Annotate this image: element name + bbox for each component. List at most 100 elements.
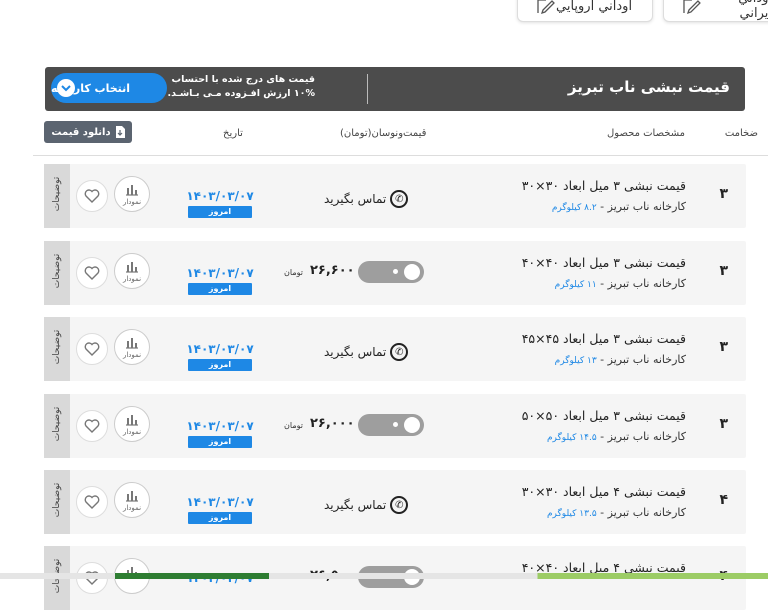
chart-button[interactable]: نمودار (114, 176, 150, 212)
chart-label: نمودار (122, 198, 142, 206)
bottom-strip (0, 573, 768, 579)
description-tab[interactable]: توضیحات (44, 394, 70, 458)
vat-note-line1: قیمت های درج شده با احتساب (171, 74, 315, 85)
factory-name: کارخانه ناب تبریز - (596, 200, 686, 213)
heart-icon (84, 266, 100, 280)
product-name[interactable]: قیمت نبشی ۳ میل ابعاد ۴۰×۴۰ (522, 255, 686, 270)
chart-button[interactable]: نمودار (114, 329, 150, 365)
divider (33, 155, 768, 156)
thickness-value: ۳ (719, 263, 728, 279)
col-thickness: ضخامت (724, 128, 758, 139)
col-product: مشخصات محصول (607, 128, 685, 139)
heart-icon (84, 342, 100, 356)
vat-note-line2: ۱۰% ارزش افـزوده مـی بـاشـد. (167, 88, 316, 99)
tab-european[interactable]: آوداني اروپايي (517, 0, 653, 22)
tab-iranian-label: آوداني ايراني (738, 0, 768, 21)
price-header-bar: قیمت نبشی ناب تبریز قیمت های درج شده با … (45, 67, 745, 111)
contact-link[interactable]: ✆ تماس بگیرید (324, 190, 409, 208)
heart-icon (84, 495, 100, 509)
col-date: تاریخ (223, 128, 243, 139)
price-toggle[interactable] (358, 261, 424, 283)
factory-info: کارخانه ناب تبریز - ۸.۲ کیلوگرم (552, 200, 686, 213)
phone-icon: ✆ (390, 496, 409, 514)
vat-note: قیمت های درج شده با احتساب ۱۰% ارزش افـز… (168, 73, 316, 101)
phone-icon: ✆ (390, 190, 409, 208)
chart-label: نمودار (122, 504, 142, 512)
thickness-value: ۳ (719, 339, 728, 355)
contact-label: تماس بگیرید (324, 192, 387, 206)
heart-icon (84, 419, 100, 433)
today-badge: امروز (188, 283, 252, 295)
price-unit: تومان (284, 268, 303, 277)
factory-info: کارخانه ناب تبریز - ۱۴.۵ کیلوگرم (547, 430, 686, 443)
bar-chart-icon (126, 262, 138, 273)
col-price: قیمت‌ونوسان(تومان) (340, 128, 427, 139)
description-label: توضیحات (52, 482, 62, 518)
favorite-button[interactable] (76, 410, 108, 442)
row-date: ۱۴۰۳/۰۳/۰۷ (186, 495, 254, 509)
contact-link[interactable]: ✆ تماس بگیرید (324, 343, 409, 361)
product-name[interactable]: قیمت نبشی ۳ میل ابعاد ۵۰×۵۰ (522, 408, 686, 423)
chart-button[interactable]: نمودار (114, 482, 150, 518)
bar-chart-icon (126, 185, 138, 196)
row-date: ۱۴۰۳/۰۳/۰۷ (186, 266, 254, 280)
product-name[interactable]: قیمت نبشی ۳ میل ابعاد ۴۵×۴۵ (522, 331, 686, 346)
favorite-button[interactable] (76, 333, 108, 365)
contact-link[interactable]: ✆ تماس بگیرید (324, 496, 409, 514)
factory-name: کارخانه ناب تبریز - (596, 277, 686, 290)
favorite-button[interactable] (76, 486, 108, 518)
download-label: دانلود قیمت (51, 126, 111, 138)
chart-label: نمودار (122, 428, 142, 436)
contact-label: تماس بگیرید (324, 345, 387, 359)
tab-iranian[interactable]: آوداني ايراني (663, 0, 768, 22)
page-title: قیمت نبشی ناب تبریز (567, 78, 730, 96)
table-row: توضیحات نمودار ۱۴۰۳/۰۳/۰۷ امروز ✆ تماس ب… (44, 317, 746, 381)
factory-info: کارخانه ناب تبریز - ۱۳ کیلوگرم (555, 353, 686, 366)
thickness-value: ۳ (719, 186, 728, 202)
table-row: توضیحات نمودار ۱۴۰۳/۰۳/۰۷ امروز ✆ تماس ب… (44, 164, 746, 228)
today-badge: امروز (188, 512, 252, 524)
description-tab[interactable]: توضیحات (44, 470, 70, 534)
price-toggle[interactable] (358, 414, 424, 436)
weight-value: ۱۱ کیلوگرم (554, 280, 597, 290)
download-price-button[interactable]: دانلود قیمت (44, 121, 132, 143)
weight-value: ۸.۲ کیلوگرم (551, 203, 597, 213)
factory-name: کارخانه ناب تبریز - (596, 506, 686, 519)
download-icon (115, 126, 125, 138)
price-value: ۲۶,۰۰۰ (310, 416, 355, 431)
toggle-dot (393, 422, 398, 427)
description-label: توضیحات (52, 176, 62, 212)
price-value: ۲۶,۶۰۰ (310, 263, 355, 278)
chart-button[interactable]: نمودار (114, 406, 150, 442)
today-badge: امروز (188, 436, 252, 448)
price-unit: تومان (284, 421, 303, 430)
row-date: ۱۴۰۳/۰۳/۰۷ (186, 189, 254, 203)
today-badge: امروز (188, 359, 252, 371)
description-tab[interactable]: توضیحات (44, 241, 70, 305)
thickness-value: ۳ (719, 416, 728, 432)
description-tab[interactable]: توضیحات (44, 317, 70, 381)
select-factory-button[interactable]: انتخاب کارخانه (51, 73, 167, 103)
description-tab[interactable]: توضیحات (44, 164, 70, 228)
bar-chart-icon (126, 338, 138, 349)
toggle-knob (404, 264, 420, 280)
product-name[interactable]: قیمت نبشی ۳ میل ابعاد ۳۰×۳۰ (522, 178, 686, 193)
phone-icon: ✆ (390, 343, 409, 361)
chart-button[interactable]: نمودار (114, 253, 150, 289)
chart-label: نمودار (122, 351, 142, 359)
edit-icon (683, 0, 701, 14)
edit-icon (537, 0, 555, 15)
bar-chart-icon (126, 491, 138, 502)
thickness-value: ۴ (719, 492, 728, 508)
contact-label: تماس بگیرید (324, 498, 387, 512)
factory-info: کارخانه ناب تبریز - ۱۳.۵ کیلوگرم (547, 506, 686, 519)
favorite-button[interactable] (76, 257, 108, 289)
factory-name: کارخانه ناب تبریز - (596, 353, 686, 366)
favorite-button[interactable] (76, 180, 108, 212)
weight-value: ۱۳.۵ کیلوگرم (546, 509, 597, 519)
product-name[interactable]: قیمت نبشی ۴ میل ابعاد ۳۰×۳۰ (522, 484, 686, 499)
tab-european-label: آوداني اروپايي (556, 0, 633, 14)
weight-value: ۱۳ کیلوگرم (554, 356, 597, 366)
chart-label: نمودار (122, 275, 142, 283)
table-row: توضیحات نمودار ۱۴۰۳/۰۳/۰۷ امروز ۲۶,۶۰۰ ت… (44, 241, 746, 305)
